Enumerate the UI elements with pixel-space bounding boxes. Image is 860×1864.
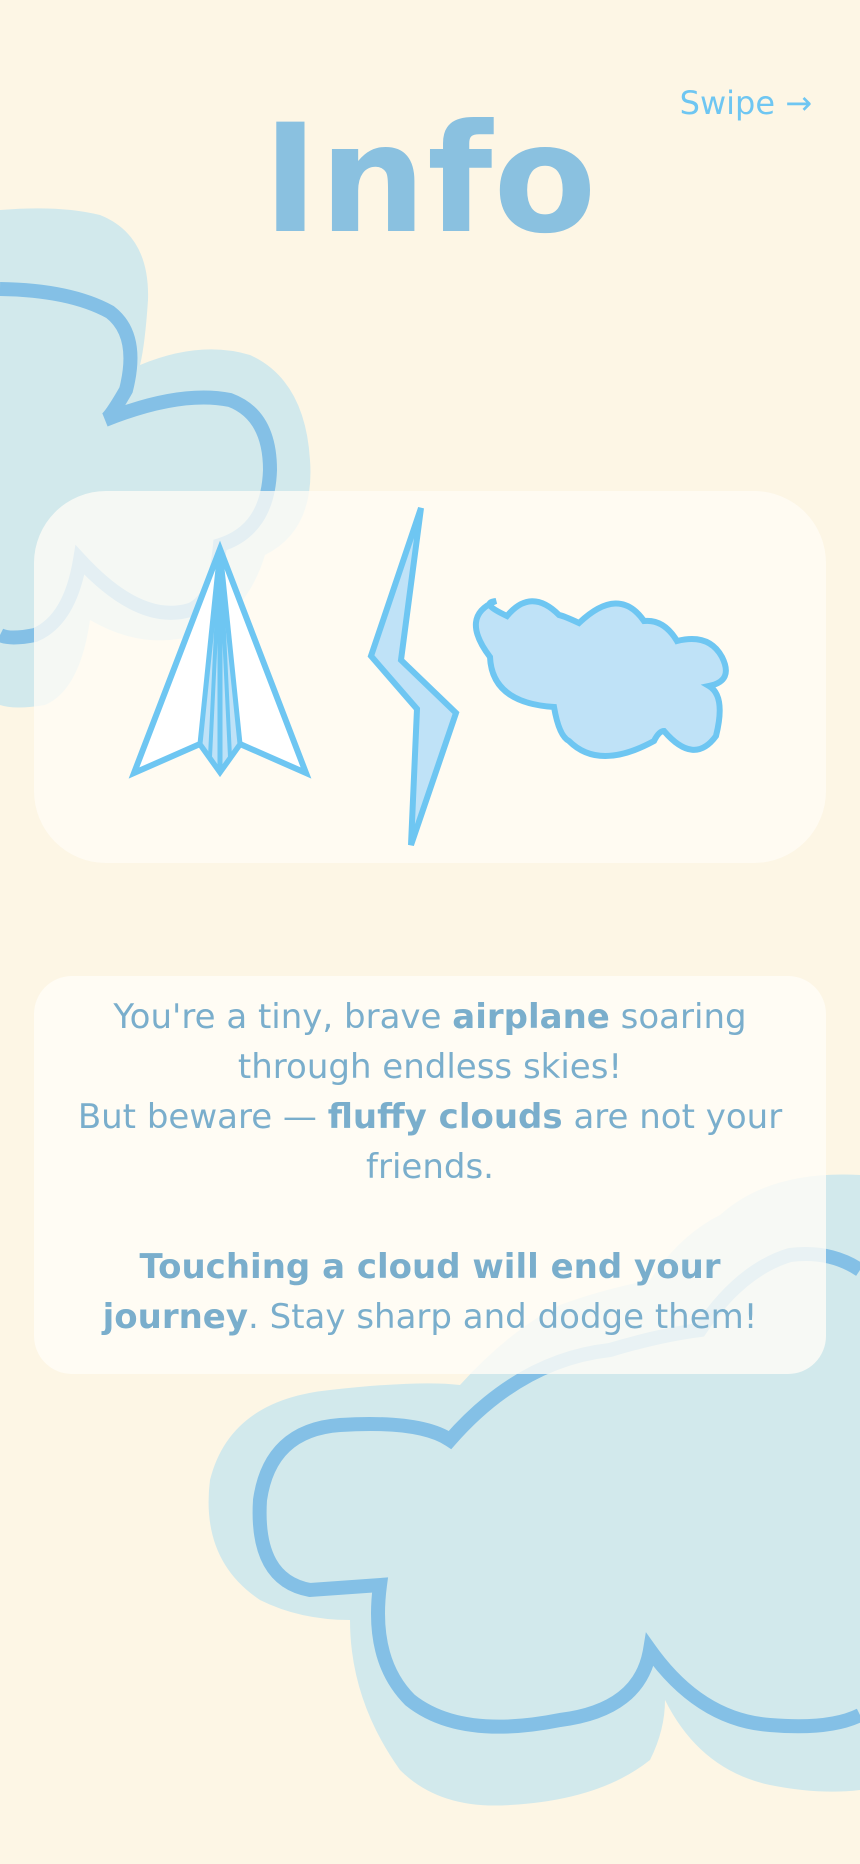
intro-clouds-phrase: fluffy clouds xyxy=(327,1097,563,1137)
cloud-icon xyxy=(472,598,729,759)
icons-panel xyxy=(34,491,826,863)
warning-paragraph: Touching a cloud will end your journey. … xyxy=(70,1242,790,1342)
info-text-panel: You're a tiny, brave airplane soaring th… xyxy=(34,976,826,1374)
intro-text-1: You're a tiny, brave xyxy=(113,997,453,1037)
intro-paragraph: You're a tiny, brave airplane soaring th… xyxy=(70,992,790,1192)
background-clouds xyxy=(0,208,860,1806)
page-title: Info xyxy=(262,93,598,267)
warning-text: . Stay sharp and dodge them! xyxy=(248,1297,758,1337)
paper-airplane-icon xyxy=(128,540,312,779)
intro-airplane-word: airplane xyxy=(452,997,610,1037)
lightning-bolt-icon xyxy=(367,507,460,846)
intro-text-3: But beware — xyxy=(77,1097,328,1137)
